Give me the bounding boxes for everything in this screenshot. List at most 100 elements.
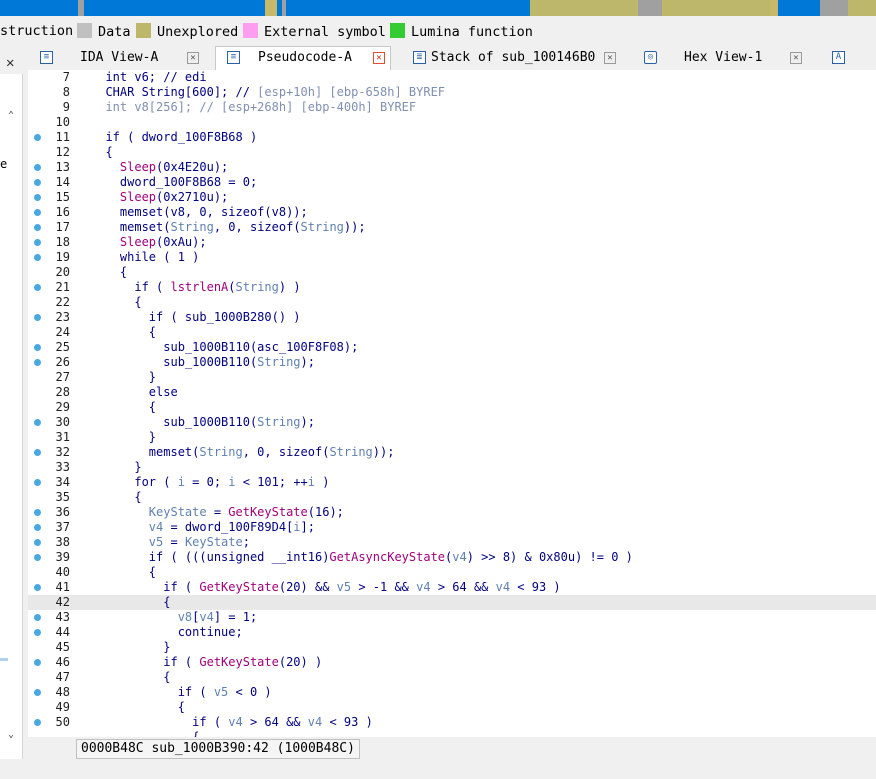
code-text[interactable]: for ( i = 0; i < 101; ++i ) xyxy=(91,475,329,490)
code-text[interactable]: sub_1000B110(String); xyxy=(91,415,315,430)
code-line[interactable]: 13 Sleep(0x4E20u); xyxy=(28,160,876,175)
code-text[interactable]: int v6; // edi xyxy=(91,70,206,85)
code-line[interactable]: 10 xyxy=(28,115,876,130)
code-line[interactable]: 11 if ( dword_100F8B68 ) xyxy=(28,130,876,145)
code-line[interactable]: 22 { xyxy=(28,295,876,310)
code-line[interactable]: 37 v4 = dword_100F89D4[i]; xyxy=(28,520,876,535)
code-line[interactable]: 7 int v6; // edi xyxy=(28,70,876,85)
code-text[interactable]: if ( dword_100F8B68 ) xyxy=(91,130,257,145)
code-line[interactable]: 42 { xyxy=(28,595,876,610)
tab-stack-of-sub-100146b0[interactable]: ≣ Stack of sub_100146B0 ✕ xyxy=(405,47,619,69)
code-text[interactable]: v4 = dword_100F89D4[i]; xyxy=(91,520,315,535)
code-line[interactable]: 48 if ( v5 < 0 ) xyxy=(28,685,876,700)
tab-structures[interactable]: A xyxy=(820,47,876,69)
code-text[interactable]: if ( lstrlenA(String) ) xyxy=(91,280,300,295)
code-text[interactable]: if ( v4 > 64 && v4 < 93 ) xyxy=(91,715,373,730)
close-icon[interactable]: ✕ xyxy=(373,52,385,64)
code-text[interactable]: dword_100F8B68 = 0; xyxy=(91,175,257,190)
code-line[interactable]: 50 if ( v4 > 64 && v4 < 93 ) xyxy=(28,715,876,730)
code-text[interactable]: Sleep(0x4E20u); xyxy=(91,160,228,175)
close-icon[interactable]: ✕ xyxy=(790,52,802,64)
code-line[interactable]: 15 Sleep(0x2710u); xyxy=(28,190,876,205)
code-line[interactable]: 46 if ( GetKeyState(20) ) xyxy=(28,655,876,670)
code-text[interactable]: while ( 1 ) xyxy=(91,250,199,265)
code-line[interactable]: 12 { xyxy=(28,145,876,160)
code-text[interactable]: sub_1000B110(String); xyxy=(91,355,315,370)
code-line[interactable]: 9 int v8[256]; // [esp+268h] [ebp-400h] … xyxy=(28,100,876,115)
code-line[interactable]: 28 else xyxy=(28,385,876,400)
close-icon[interactable]: ✕ xyxy=(187,52,199,64)
code-line[interactable]: 19 while ( 1 ) xyxy=(28,250,876,265)
code-text[interactable]: KeyState = GetKeyState(16); xyxy=(91,505,344,520)
code-line[interactable]: 21 if ( lstrlenA(String) ) xyxy=(28,280,876,295)
code-line[interactable]: 20 { xyxy=(28,265,876,280)
code-line[interactable]: 30 sub_1000B110(String); xyxy=(28,415,876,430)
tab-pseudocode-a[interactable]: ≡ Pseudocode-A ✕ xyxy=(215,46,391,71)
code-text[interactable]: Sleep(0xAu); xyxy=(91,235,207,250)
code-text[interactable]: { xyxy=(91,700,185,715)
code-text[interactable]: { xyxy=(91,325,156,340)
code-text[interactable]: else xyxy=(91,385,178,400)
code-text[interactable]: continue; xyxy=(91,625,243,640)
code-line[interactable]: 16 memset(v8, 0, sizeof(v8)); xyxy=(28,205,876,220)
code-text[interactable]: } xyxy=(91,640,170,655)
scroll-down-icon[interactable]: ⌄ xyxy=(8,729,14,740)
left-panel-list[interactable]: ⌃ e ⌄ xyxy=(0,74,23,759)
code-text[interactable]: } xyxy=(91,370,156,385)
code-line[interactable]: 17 memset(String, 0, sizeof(String)); xyxy=(28,220,876,235)
code-text[interactable]: Sleep(0x2710u); xyxy=(91,190,228,205)
code-text[interactable]: { xyxy=(91,565,156,580)
close-icon[interactable]: ✕ xyxy=(6,55,14,71)
code-line[interactable]: 29 { xyxy=(28,400,876,415)
code-text[interactable]: { xyxy=(91,490,141,505)
code-line[interactable]: 26 sub_1000B110(String); xyxy=(28,355,876,370)
code-line[interactable]: 44 continue; xyxy=(28,625,876,640)
code-line[interactable]: 14 dword_100F8B68 = 0; xyxy=(28,175,876,190)
pseudocode-editor[interactable]: 7 int v6; // edi 8 CHAR String[600]; // [… xyxy=(28,70,876,737)
code-text[interactable]: { xyxy=(91,265,127,280)
code-line[interactable]: 34 for ( i = 0; i < 101; ++i ) xyxy=(28,475,876,490)
code-line[interactable]: 32 memset(String, 0, sizeof(String)); xyxy=(28,445,876,460)
code-line[interactable]: 25 sub_1000B110(asc_100F8F08); xyxy=(28,340,876,355)
code-line[interactable]: 47 { xyxy=(28,670,876,685)
code-text[interactable]: if ( GetKeyState(20) && v5 > -1 && v4 > … xyxy=(91,580,560,595)
code-line[interactable]: 23 if ( sub_1000B280() ) xyxy=(28,310,876,325)
code-line[interactable]: 39 if ( (((unsigned __int16)GetAsyncKeyS… xyxy=(28,550,876,565)
code-text[interactable]: memset(v8, 0, sizeof(v8)); xyxy=(91,205,308,220)
code-text[interactable]: sub_1000B110(asc_100F8F08); xyxy=(91,340,358,355)
scroll-up-icon[interactable]: ⌃ xyxy=(8,110,14,121)
code-line[interactable]: 24 { xyxy=(28,325,876,340)
close-icon[interactable]: ✕ xyxy=(604,52,616,64)
code-line[interactable]: 36 KeyState = GetKeyState(16); xyxy=(28,505,876,520)
code-text[interactable]: int v8[256]; // [esp+268h] [ebp-400h] BY… xyxy=(91,100,416,115)
code-text[interactable]: { xyxy=(91,670,170,685)
code-text[interactable]: } xyxy=(91,460,141,475)
code-line[interactable]: 41 if ( GetKeyState(20) && v5 > -1 && v4… xyxy=(28,580,876,595)
code-line[interactable]: 31 } xyxy=(28,430,876,445)
code-line[interactable]: { xyxy=(28,730,876,737)
tab-hex-view-1[interactable]: ◎ Hex View-1 ✕ xyxy=(632,47,808,69)
code-text[interactable]: CHAR String[600]; // [esp+10h] [ebp-658h… xyxy=(91,85,445,100)
navigation-band[interactable] xyxy=(0,0,876,16)
code-text[interactable]: { xyxy=(91,400,156,415)
code-text[interactable]: v8[v4] = 1; xyxy=(91,610,258,625)
code-text[interactable]: { xyxy=(91,730,199,737)
code-line[interactable]: 35 { xyxy=(28,490,876,505)
code-text[interactable]: if ( sub_1000B280() ) xyxy=(91,310,301,325)
code-line[interactable]: 49 { xyxy=(28,700,876,715)
code-line[interactable]: 8 CHAR String[600]; // [esp+10h] [ebp-65… xyxy=(28,85,876,100)
code-line[interactable]: 27 } xyxy=(28,370,876,385)
code-text[interactable]: if ( v5 < 0 ) xyxy=(91,685,272,700)
code-line[interactable]: 18 Sleep(0xAu); xyxy=(28,235,876,250)
code-text[interactable]: } xyxy=(91,430,156,445)
code-line[interactable]: 38 v5 = KeyState; xyxy=(28,535,876,550)
code-text[interactable]: { xyxy=(91,295,141,310)
code-line[interactable]: 40 { xyxy=(28,565,876,580)
code-text[interactable]: memset(String, 0, sizeof(String)); xyxy=(91,220,366,235)
code-line[interactable]: 45 } xyxy=(28,640,876,655)
tab-ida-view-a[interactable]: ≡ IDA View-A ✕ xyxy=(28,47,214,69)
code-text[interactable]: { xyxy=(91,145,112,160)
code-line[interactable]: 33 } xyxy=(28,460,876,475)
code-text[interactable]: { xyxy=(91,595,170,610)
code-text[interactable]: if ( GetKeyState(20) ) xyxy=(91,655,322,670)
